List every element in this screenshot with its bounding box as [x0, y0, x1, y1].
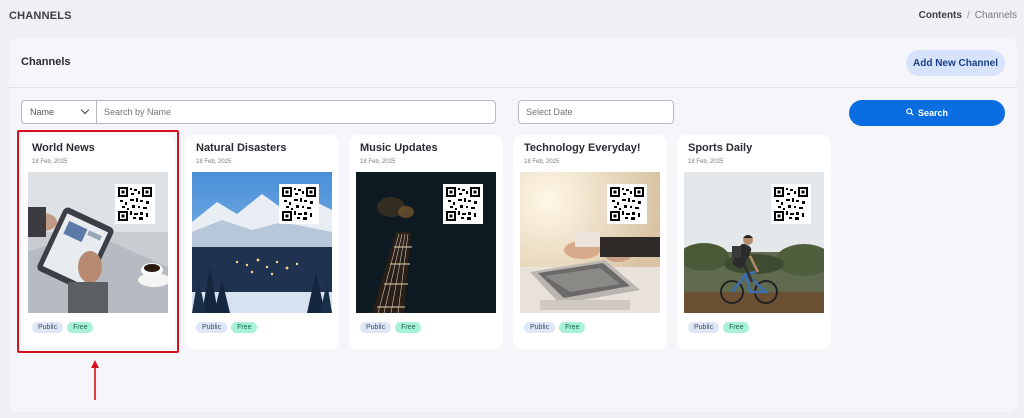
- public-badge: Public: [196, 322, 228, 333]
- public-badge: Public: [688, 322, 720, 333]
- date-input[interactable]: [518, 100, 674, 124]
- chevron-down-icon: [80, 105, 90, 115]
- public-badge: Public: [524, 322, 556, 333]
- search-icon: [906, 108, 914, 118]
- field-select-value: Name: [30, 107, 55, 117]
- card-image: [356, 172, 496, 313]
- card-image: [192, 172, 332, 313]
- card-date: 18 Feb, 2025: [360, 159, 396, 165]
- panel-title: Channels: [21, 56, 71, 68]
- public-badge: Public: [32, 322, 64, 333]
- free-badge: Free: [67, 322, 94, 333]
- card-badges: Public Free: [32, 322, 94, 333]
- channel-card-sports-daily[interactable]: Sports Daily 18 Feb, 2025 Public Free: [677, 135, 831, 349]
- field-select[interactable]: Name: [21, 100, 96, 124]
- free-badge: Free: [723, 322, 750, 333]
- qr-code: [443, 184, 483, 224]
- breadcrumb-current: Channels: [974, 10, 1017, 21]
- breadcrumb: Contents / Channels: [919, 10, 1017, 21]
- card-title: Technology Everyday!: [524, 142, 641, 154]
- card-date: 18 Feb, 2025: [688, 159, 724, 165]
- channel-card-technology-everyday[interactable]: Technology Everyday! 18 Feb, 2025 Public…: [513, 135, 667, 349]
- channels-panel: Channels Add New Channel Name Search Wor…: [9, 38, 1017, 412]
- search-input[interactable]: [96, 100, 496, 124]
- card-image: [520, 172, 660, 313]
- card-badges: Public Free: [196, 322, 258, 333]
- breadcrumb-separator: /: [966, 10, 970, 21]
- qr-code: [607, 184, 647, 224]
- qr-code: [771, 184, 811, 224]
- card-title: Music Updates: [360, 142, 438, 154]
- free-badge: Free: [231, 322, 258, 333]
- card-badges: Public Free: [360, 322, 422, 333]
- card-badges: Public Free: [524, 322, 586, 333]
- breadcrumb-home-link[interactable]: Contents: [919, 10, 962, 21]
- qr-code: [279, 184, 319, 224]
- panel-header: Channels Add New Channel: [9, 38, 1017, 88]
- channel-card-world-news[interactable]: World News 18 Feb, 2025 Public Free: [21, 135, 175, 349]
- add-new-channel-button[interactable]: Add New Channel: [906, 50, 1005, 76]
- card-date: 18 Feb, 2025: [32, 159, 68, 165]
- free-badge: Free: [395, 322, 422, 333]
- search-button-label: Search: [917, 108, 949, 118]
- qr-code: [115, 184, 155, 224]
- public-badge: Public: [360, 322, 392, 333]
- card-title: Sports Daily: [688, 142, 753, 154]
- card-image: [684, 172, 824, 313]
- search-button[interactable]: Search: [849, 100, 1005, 126]
- page-title: CHANNELS: [9, 10, 72, 22]
- channel-card-music-updates[interactable]: Music Updates 18 Feb, 2025 Public Free: [349, 135, 503, 349]
- card-date: 18 Feb, 2025: [196, 159, 232, 165]
- arrow-up-icon: [91, 360, 99, 400]
- card-date: 18 Feb, 2025: [524, 159, 560, 165]
- card-image: [28, 172, 168, 313]
- card-title: Natural Disasters: [196, 142, 287, 154]
- free-badge: Free: [559, 322, 586, 333]
- channel-card-natural-disasters[interactable]: Natural Disasters 18 Feb, 2025 Public Fr: [185, 135, 339, 349]
- card-badges: Public Free: [688, 322, 750, 333]
- card-title: World News: [32, 142, 95, 154]
